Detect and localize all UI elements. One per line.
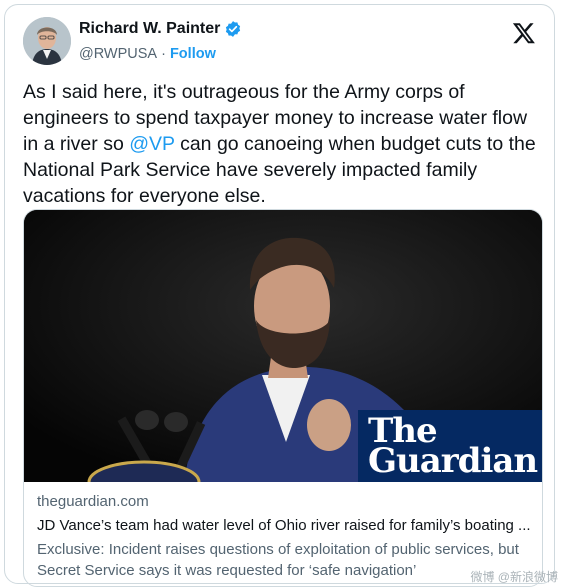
guardian-logo: The Guardian <box>358 410 542 482</box>
separator-dot: · <box>161 46 166 62</box>
link-domain: theguardian.com <box>37 493 149 510</box>
tweet-text: As I said here, it's outrageous for the … <box>23 79 543 209</box>
link-preview-card[interactable]: The Guardian theguardian.com JD Vance’s … <box>23 209 543 587</box>
link-preview-image[interactable]: The Guardian <box>24 210 542 504</box>
author-name[interactable]: Richard W. Painter <box>79 20 220 38</box>
author-handle-row: @RWPUSA · Follow <box>79 46 216 62</box>
verified-badge-icon <box>226 21 241 37</box>
tweet-card: Richard W. Painter @RWPUSA · Follow As I… <box>4 4 555 587</box>
avatar-photo <box>23 17 71 65</box>
link-preview-meta: theguardian.com JD Vance’s team had wate… <box>24 482 542 586</box>
link-description: Exclusive: Incident raises questions of … <box>37 541 519 579</box>
watermark: 微博 @新浪微博 <box>470 570 558 584</box>
x-logo-icon[interactable] <box>512 21 536 45</box>
avatar[interactable] <box>23 17 71 65</box>
guardian-logo-line2: Guardian <box>368 441 538 481</box>
link-title[interactable]: JD Vance’s team had water level of Ohio … <box>37 516 531 536</box>
author-name-row: Richard W. Painter <box>79 20 242 38</box>
follow-button[interactable]: Follow <box>170 46 216 62</box>
mention-link[interactable]: @VP <box>129 133 174 155</box>
author-handle[interactable]: @RWPUSA <box>79 46 157 62</box>
